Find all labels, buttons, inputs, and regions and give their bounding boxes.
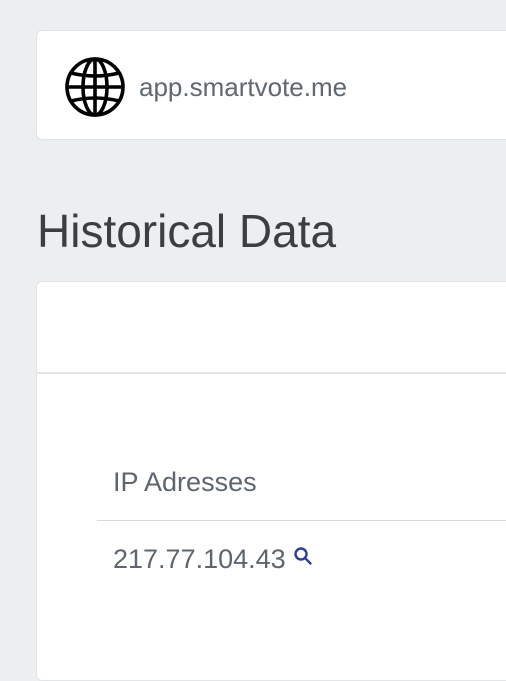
table-row: 217.77.104.43 xyxy=(113,543,313,575)
search-icon[interactable] xyxy=(293,546,313,566)
historical-data-panel: IP Adresses 217.77.104.43 xyxy=(36,281,506,681)
globe-icon xyxy=(64,56,126,118)
ip-address-value: 217.77.104.43 xyxy=(113,544,286,574)
panel-divider xyxy=(37,372,506,374)
header-divider xyxy=(97,520,506,521)
domain-url: app.smartvote.me xyxy=(139,72,348,102)
ip-addresses-column-header: IP Adresses xyxy=(113,467,257,497)
page-title: Historical Data xyxy=(37,205,337,257)
domain-card: app.smartvote.me xyxy=(36,30,506,140)
